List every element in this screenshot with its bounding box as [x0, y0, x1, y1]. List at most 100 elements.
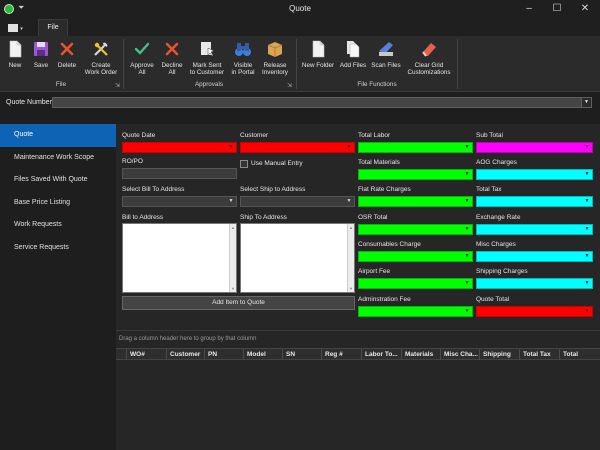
- total-tax-combo[interactable]: ▼: [476, 196, 593, 207]
- chevron-down-icon[interactable]: ▼: [462, 143, 472, 152]
- decline-all-label: Decline All: [161, 62, 183, 76]
- airport-fee-combo[interactable]: ▼: [358, 278, 473, 289]
- column-header-sn[interactable]: SN: [282, 349, 321, 360]
- chevron-down-icon[interactable]: ▼: [344, 197, 354, 206]
- file-group-launcher-icon[interactable]: ⇲: [115, 82, 120, 89]
- quote-date-combo[interactable]: ▼: [122, 142, 237, 153]
- delete-button[interactable]: Delete: [55, 38, 79, 80]
- exchange-rate-combo[interactable]: ▼: [476, 224, 593, 235]
- ship-to-address-memo[interactable]: ▲ ▼: [240, 223, 355, 293]
- new-button[interactable]: New: [4, 38, 26, 80]
- sidebar-item-service-requests[interactable]: Service Requests: [0, 237, 116, 260]
- chevron-down-icon[interactable]: ▼: [462, 225, 472, 234]
- column-header-pn[interactable]: PN: [204, 349, 243, 360]
- chevron-down-icon[interactable]: ▼: [582, 279, 592, 288]
- scroll-up-icon[interactable]: ▲: [348, 225, 354, 230]
- create-work-order-button[interactable]: Create Work Order: [82, 38, 120, 80]
- administration-fee-combo[interactable]: ▼: [358, 306, 473, 317]
- use-manual-entry-checkbox[interactable]: [240, 160, 248, 168]
- shipping-charges-combo[interactable]: ▼: [476, 278, 593, 289]
- chevron-down-icon[interactable]: ▼: [582, 252, 592, 261]
- save-label: Save: [33, 62, 49, 69]
- close-icon[interactable]: ✕: [576, 2, 594, 16]
- chevron-down-icon[interactable]: ▼: [581, 98, 591, 107]
- group-by-panel[interactable]: Drag a column header here to group by th…: [119, 336, 256, 342]
- scroll-down-icon[interactable]: ▼: [230, 286, 236, 291]
- column-header-reg[interactable]: Reg #: [321, 349, 361, 360]
- quote-total-combo[interactable]: ▼: [476, 306, 593, 317]
- flat-rate-charges-combo[interactable]: ▼: [358, 196, 473, 207]
- sidebar-item-maintenance-work-scope[interactable]: Maintenance Work Scope: [0, 147, 116, 170]
- chevron-down-icon[interactable]: ▼: [582, 143, 592, 152]
- sidebar-item-quote[interactable]: Quote: [0, 124, 116, 147]
- scroll-up-icon[interactable]: ▲: [230, 225, 236, 230]
- scan-files-button[interactable]: Scan Files: [370, 38, 402, 80]
- chevron-down-icon[interactable]: ▼: [462, 170, 472, 179]
- minimize-icon[interactable]: –: [520, 2, 538, 16]
- chevron-down-icon[interactable]: ▼: [462, 279, 472, 288]
- select-ship-to-combo[interactable]: ▼: [240, 196, 355, 207]
- chevron-down-icon[interactable]: ▼: [462, 252, 472, 261]
- chevron-down-icon[interactable]: ▼: [582, 197, 592, 206]
- aog-charges-combo[interactable]: ▼: [476, 169, 593, 180]
- column-header-labor-total[interactable]: Labor To...: [361, 349, 401, 360]
- add-item-to-quote-button[interactable]: Add Item to Quote: [122, 296, 355, 310]
- ro-po-field[interactable]: [122, 168, 237, 179]
- clear-grid-customizations-button[interactable]: Clear Grid Customizations: [404, 38, 454, 80]
- scrollbar[interactable]: ▲ ▼: [229, 224, 236, 292]
- delete-label: Delete: [57, 62, 77, 69]
- save-button[interactable]: Save: [30, 38, 52, 80]
- mark-sent-button[interactable]: Mark Sent to Customer: [188, 38, 226, 80]
- column-header-total[interactable]: Total: [559, 349, 600, 360]
- column-header-materials[interactable]: Materials: [401, 349, 440, 360]
- new-folder-button[interactable]: New Folder: [300, 38, 336, 80]
- chevron-down-icon[interactable]: ▼: [582, 307, 592, 316]
- chevron-down-icon[interactable]: ▼: [226, 143, 236, 152]
- consumables-charge-combo[interactable]: ▼: [358, 251, 473, 262]
- chevron-down-icon[interactable]: ▼: [582, 170, 592, 179]
- misc-charges-combo[interactable]: ▼: [476, 251, 593, 262]
- sidebar-item-files-saved-with-quote[interactable]: Files Saved With Quote: [0, 169, 116, 192]
- sidebar-item-work-requests[interactable]: Work Requests: [0, 214, 116, 237]
- bill-to-address-memo[interactable]: ▲ ▼: [122, 223, 237, 293]
- sub-total-combo[interactable]: ▼: [476, 142, 593, 153]
- maximize-icon[interactable]: ☐: [548, 2, 566, 16]
- title-bar: ⏷ Quote – ☐ ✕: [0, 0, 600, 18]
- scroll-down-icon[interactable]: ▼: [348, 286, 354, 291]
- sidebar-nav: Quote Maintenance Work Scope Files Saved…: [0, 124, 116, 259]
- column-header-customer[interactable]: Customer: [166, 349, 204, 360]
- total-materials-label: Total Materials: [358, 159, 400, 166]
- clear-grid-customizations-label: Clear Grid Customizations: [407, 62, 451, 76]
- visible-in-portal-button[interactable]: Visible in Portal: [228, 38, 258, 80]
- chevron-down-icon[interactable]: ▼: [582, 225, 592, 234]
- ro-po-label: RO/PO: [122, 158, 143, 165]
- column-header-model[interactable]: Model: [243, 349, 282, 360]
- add-files-button[interactable]: Add Files: [338, 38, 368, 80]
- chevron-down-icon[interactable]: ▼: [344, 143, 354, 152]
- eraser-icon: [420, 40, 438, 58]
- chevron-down-icon[interactable]: ▼: [462, 307, 472, 316]
- decline-all-button[interactable]: Decline All: [158, 38, 186, 80]
- chevron-down-icon[interactable]: ▼: [226, 197, 236, 206]
- approvals-group-launcher-icon[interactable]: ⇲: [287, 82, 292, 89]
- total-labor-combo[interactable]: ▼: [358, 142, 473, 153]
- osr-total-combo[interactable]: ▼: [358, 224, 473, 235]
- quote-number-combo[interactable]: ▼: [52, 97, 592, 108]
- scrollbar[interactable]: ▲ ▼: [347, 224, 354, 292]
- new-folder-label: New Folder: [301, 62, 335, 69]
- customer-combo[interactable]: ▼: [240, 142, 355, 153]
- decline-x-icon: [163, 40, 181, 58]
- window-title: Quote: [289, 4, 311, 13]
- column-header-misc-charges[interactable]: Misc Cha...: [440, 349, 479, 360]
- column-header-shipping[interactable]: Shipping: [479, 349, 519, 360]
- release-inventory-button[interactable]: Release Inventory: [259, 38, 291, 80]
- select-bill-to-combo[interactable]: ▼: [122, 196, 237, 207]
- total-materials-combo[interactable]: ▼: [358, 169, 473, 180]
- application-menu-button[interactable]: ▾: [3, 21, 33, 34]
- approve-all-button[interactable]: Approve All: [128, 38, 156, 80]
- column-header-total-tax[interactable]: Total Tax: [519, 349, 559, 360]
- tab-file[interactable]: File: [38, 19, 68, 36]
- column-header-wo[interactable]: WO#: [126, 349, 166, 360]
- chevron-down-icon[interactable]: ▼: [462, 197, 472, 206]
- sidebar-item-base-price-listing[interactable]: Base Price Listing: [0, 192, 116, 215]
